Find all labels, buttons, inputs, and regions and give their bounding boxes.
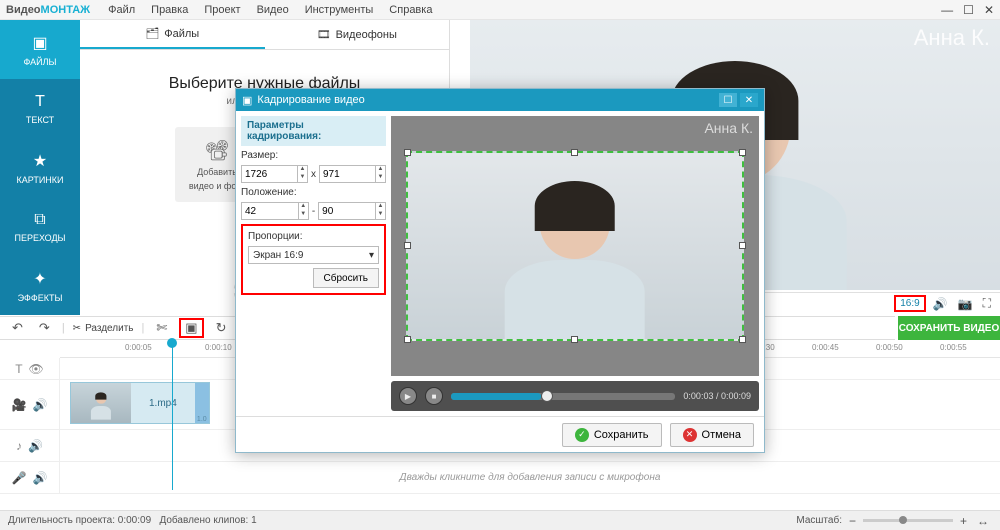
- close-icon[interactable]: ✕: [984, 3, 994, 17]
- video-track-icon: 🎥: [12, 398, 27, 412]
- audio-track-icon: ♪: [16, 439, 22, 453]
- volume-icon[interactable]: 🔊: [930, 297, 951, 311]
- menu-file[interactable]: Файл: [108, 4, 135, 16]
- tab-files[interactable]: 🗂Файлы: [80, 20, 265, 49]
- y-input[interactable]: ▲▼: [318, 202, 386, 220]
- film-icon: 🎞: [317, 28, 331, 41]
- star-icon: ★: [33, 151, 47, 171]
- chevron-down-icon: ▾: [369, 250, 374, 261]
- snapshot-icon[interactable]: 📷: [955, 297, 976, 311]
- crop-watermark: Анна К.: [704, 120, 753, 136]
- clips-label: Добавлено клипов:: [159, 515, 248, 526]
- rotate-icon[interactable]: ↻: [212, 320, 231, 336]
- cut-icon[interactable]: ✄: [152, 320, 171, 336]
- handle-ml[interactable]: [404, 242, 411, 249]
- clip-label: 1.mp4: [131, 383, 195, 423]
- handle-br[interactable]: [739, 336, 746, 343]
- size-label: Размер:: [241, 150, 386, 161]
- handle-mr[interactable]: [739, 242, 746, 249]
- duration-value: 0:00:09: [118, 515, 151, 526]
- status-bar: Длительность проекта: 0:00:09 Добавлено …: [0, 510, 1000, 530]
- x-input[interactable]: ▲▼: [241, 202, 309, 220]
- position-label: Положение:: [241, 187, 386, 198]
- menu-tools[interactable]: Инструменты: [305, 4, 374, 16]
- height-input[interactable]: ▲▼: [319, 165, 386, 183]
- sidebar: ▣ФАЙЛЫ TТЕКСТ ★КАРТИНКИ ⧉ПЕРЕХОДЫ ✦ЭФФЕК…: [0, 20, 80, 315]
- proportions-label: Пропорции:: [248, 231, 379, 242]
- dialog-title: Кадрирование видео: [257, 94, 364, 106]
- preview-watermark: Анна К.: [914, 25, 990, 51]
- dialog-close-icon[interactable]: ✕: [740, 93, 758, 107]
- app-logo: ВидеоМОНТАЖ: [6, 4, 90, 16]
- video-clip[interactable]: 1.mp4 1.0: [70, 382, 210, 424]
- check-icon: ✓: [575, 428, 589, 442]
- zoom-in-icon[interactable]: +: [957, 514, 970, 528]
- crop-icon[interactable]: ▣: [179, 318, 203, 338]
- dialog-maximize-icon[interactable]: ☐: [719, 93, 737, 107]
- sidebar-files[interactable]: ▣ФАЙЛЫ: [0, 20, 80, 79]
- mic-placeholder[interactable]: Дважды кликните для добавления записи с …: [60, 462, 1000, 493]
- zoom-fit-icon[interactable]: ↔: [974, 514, 992, 528]
- sidebar-effects[interactable]: ✦ЭФФЕКТЫ: [0, 256, 80, 315]
- camera-icon: 📽: [204, 138, 229, 163]
- crop-params: Параметры кадрирования: Размер: ▲▼ x ▲▼ …: [241, 116, 386, 376]
- menu-video[interactable]: Видео: [257, 4, 289, 16]
- params-header: Параметры кадрирования:: [241, 116, 386, 146]
- image-icon: ▣: [32, 33, 47, 53]
- handle-tr[interactable]: [739, 149, 746, 156]
- mute-icon[interactable]: 🔊: [33, 398, 48, 412]
- menu-help[interactable]: Справка: [389, 4, 432, 16]
- player-progress[interactable]: [451, 393, 675, 400]
- split-icon: ✂: [73, 323, 81, 334]
- handle-tm[interactable]: [571, 149, 578, 156]
- scale-label: Масштаб:: [796, 515, 842, 526]
- zoom-slider[interactable]: [863, 519, 953, 522]
- folder-icon: 🗂: [145, 27, 159, 40]
- undo-icon[interactable]: ↶: [8, 320, 27, 336]
- maximize-icon[interactable]: ☐: [963, 3, 974, 17]
- transition-icon: ⧉: [34, 211, 45, 229]
- handle-bm[interactable]: [571, 336, 578, 343]
- cancel-icon: ✕: [683, 428, 697, 442]
- dialog-save-button[interactable]: ✓Сохранить: [562, 423, 662, 447]
- menu-project[interactable]: Проект: [204, 4, 240, 16]
- sidebar-transitions[interactable]: ⧉ПЕРЕХОДЫ: [0, 197, 80, 256]
- reset-button[interactable]: Сбросить: [313, 268, 379, 288]
- tab-videobg[interactable]: 🎞Видеофоны: [265, 20, 450, 49]
- zoom-out-icon[interactable]: −: [846, 514, 859, 528]
- aspect-ratio-badge[interactable]: 16:9: [894, 295, 925, 312]
- visibility-icon[interactable]: 👁: [29, 362, 44, 376]
- sidebar-text[interactable]: TТЕКСТ: [0, 79, 80, 138]
- handle-tl[interactable]: [404, 149, 411, 156]
- duration-label: Длительность проекта:: [8, 515, 115, 526]
- split-button[interactable]: ✂Разделить: [73, 323, 134, 334]
- crop-preview[interactable]: Анна К.: [391, 116, 759, 376]
- mute-icon[interactable]: 🔊: [33, 471, 48, 485]
- menu-edit[interactable]: Правка: [151, 4, 188, 16]
- save-video-button[interactable]: СОХРАНИТЬ ВИДЕО: [898, 316, 1000, 340]
- text-icon: T: [35, 93, 45, 111]
- text-track-icon: T: [15, 362, 22, 376]
- minimize-icon[interactable]: —: [941, 3, 953, 17]
- play-icon[interactable]: ▶: [399, 387, 417, 405]
- mute-icon[interactable]: 🔊: [28, 439, 43, 453]
- width-input[interactable]: ▲▼: [241, 165, 308, 183]
- effects-icon: ✦: [33, 269, 46, 289]
- sidebar-images[interactable]: ★КАРТИНКИ: [0, 138, 80, 197]
- clips-value: 1: [251, 515, 257, 526]
- handle-bl[interactable]: [404, 336, 411, 343]
- fullscreen-icon[interactable]: ⛶: [980, 296, 994, 311]
- dialog-titlebar[interactable]: ▣ Кадрирование видео ☐ ✕: [236, 89, 764, 111]
- crop-rectangle[interactable]: [406, 151, 744, 341]
- crop-icon: ▣: [242, 94, 252, 107]
- redo-icon[interactable]: ↷: [35, 320, 54, 336]
- crop-player: ▶ ■ 0:00:03 / 0:00:09: [391, 381, 759, 411]
- mic-track-icon: 🎤: [12, 471, 27, 485]
- menubar: ВидеоМОНТАЖ Файл Правка Проект Видео Инс…: [0, 0, 1000, 20]
- dialog-cancel-button[interactable]: ✕Отмена: [670, 423, 754, 447]
- crop-dialog: ▣ Кадрирование видео ☐ ✕ Параметры кадри…: [235, 88, 765, 453]
- stop-icon[interactable]: ■: [425, 387, 443, 405]
- playhead[interactable]: [172, 340, 173, 490]
- proportions-combo[interactable]: Экран 16:9▾: [248, 246, 379, 264]
